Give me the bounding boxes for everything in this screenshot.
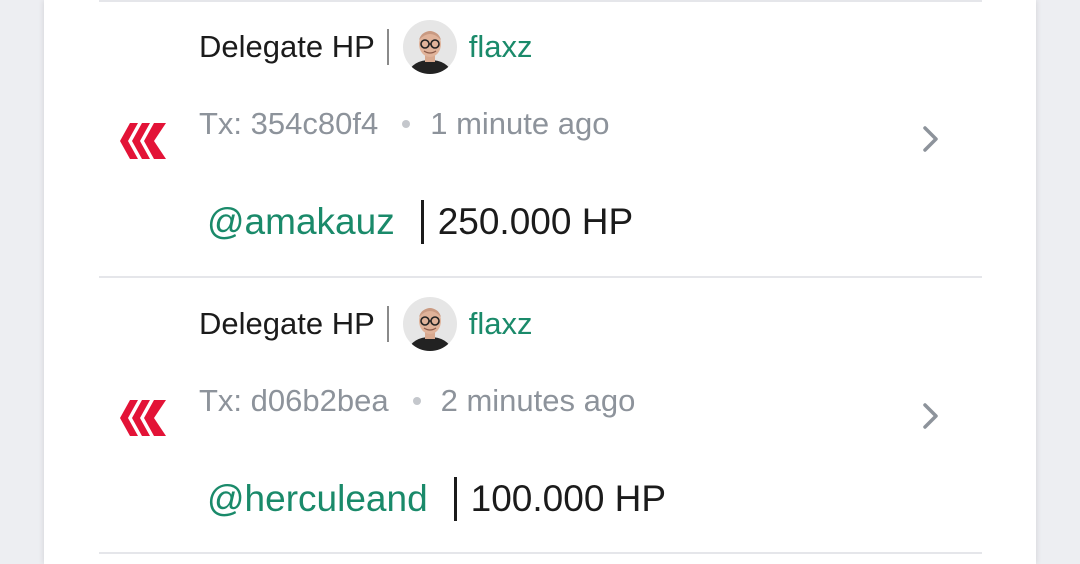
hive-logo-icon [120,400,166,436]
operation-header: Delegate HP flaxz [199,297,533,351]
transaction-item[interactable]: Delegate HP flaxz Tx: d06b2bea 2 minutes… [44,277,1036,553]
timestamp: 1 minute ago [430,106,610,141]
transaction-meta: Tx: d06b2bea 2 minutes ago [199,379,635,423]
delegation-amount: 250.000 HP [437,201,634,242]
timestamp: 2 minutes ago [440,383,636,418]
transaction-meta: Tx: 354c80f4 1 minute ago [199,102,609,146]
separator [453,477,457,521]
delegatee-link[interactable]: @amakauz [207,201,395,243]
divider [99,552,982,554]
delegation-detail: @herculeand 100.000 HP [207,475,666,523]
operation-header: Delegate HP flaxz [199,20,533,74]
transaction-list-card: Delegate HP flaxz Tx: 354c80f4 1 minute … [44,0,1036,564]
transaction-id[interactable]: Tx: d06b2bea [199,383,389,419]
dot-separator [412,397,421,405]
avatar[interactable] [402,20,457,74]
operation-type: Delegate HP [199,29,375,64]
avatar[interactable] [402,297,457,351]
operation-type: Delegate HP [199,306,375,341]
separator [386,306,389,342]
separator [386,29,389,65]
account-link[interactable]: flaxz [469,306,533,342]
chevron-right-icon[interactable] [916,401,944,431]
hive-logo-icon [120,123,166,159]
separator [420,200,424,244]
delegatee-link[interactable]: @herculeand [207,478,428,520]
chevron-right-icon[interactable] [916,124,944,154]
delegation-amount: 100.000 HP [470,478,667,519]
transaction-item[interactable]: Delegate HP flaxz Tx: 354c80f4 1 minute … [44,0,1036,276]
delegation-detail: @amakauz 250.000 HP [207,198,633,246]
transaction-id[interactable]: Tx: 354c80f4 [199,106,378,142]
account-link[interactable]: flaxz [469,29,533,65]
dot-separator [402,120,411,128]
